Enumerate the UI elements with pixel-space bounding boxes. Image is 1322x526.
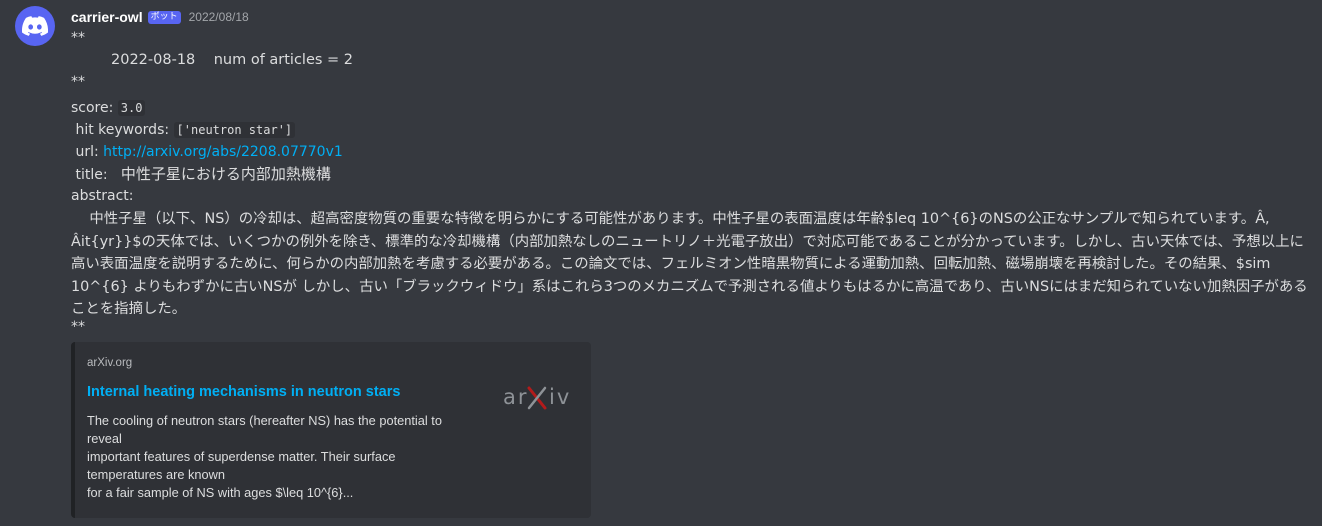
embed-desc-line: The cooling of neutron stars (hereafter … <box>87 413 442 428</box>
summary-line: 2022-08-18 num of articles = 2 <box>111 50 353 70</box>
svg-text:iv: iv <box>549 385 571 409</box>
embed-desc-line: temperatures are known <box>87 467 225 482</box>
score-row: score: 3.0 <box>71 98 146 118</box>
bot-badge: ボット <box>147 10 181 24</box>
link-embed: arXiv.org Internal heating mechanisms in… <box>71 342 591 518</box>
keywords-label: hit keywords: <box>71 122 174 138</box>
embed-desc-line: important features of superdense matter.… <box>87 449 396 464</box>
keywords-row: hit keywords: ['neutron star'] <box>71 120 296 140</box>
embed-desc-line: for a fair sample of NS with ages $\leq … <box>87 485 354 500</box>
embed-desc-line: reveal <box>87 431 122 446</box>
embed-description: The cooling of neutron stars (hereafter … <box>87 412 467 502</box>
url-label: url: <box>71 144 104 160</box>
keywords-value: ['neutron star'] <box>173 122 296 138</box>
title-row: title: 中性子星における内部加熱機構 <box>71 164 331 185</box>
url-row: url: http://arxiv.org/abs/2208.07770v1 <box>71 142 343 162</box>
title-label: title: <box>71 167 121 183</box>
embed-provider: arXiv.org <box>87 357 133 369</box>
score-label: score: <box>71 100 118 116</box>
article-title: 中性子星における内部加熱機構 <box>120 165 331 183</box>
abstract-text: 中性子星（以下、NS）の冷却は、超高密度物質の重要な特徴を明らかにする可能性があ… <box>71 211 1308 317</box>
bold-marker-close: ** <box>71 74 85 90</box>
embed-title-link[interactable]: Internal heating mechanisms in neutron s… <box>87 384 400 400</box>
discord-logo-icon[interactable] <box>15 6 55 46</box>
message-header: carrier-owl ボット 2022/08/18 <box>71 7 249 27</box>
message: carrier-owl ボット 2022/08/18 ** 2022-08-18… <box>0 0 1322 526</box>
score-value: 3.0 <box>117 100 146 116</box>
username[interactable]: carrier-owl <box>71 9 143 25</box>
arxiv-logo-icon[interactable]: ar iv <box>499 382 579 412</box>
svg-text:ar: ar <box>503 385 529 409</box>
abstract-label: abstract: <box>71 188 134 204</box>
bold-marker-open: ** <box>71 30 85 46</box>
bold-marker-trailing: ** <box>71 319 85 335</box>
timestamp: 2022/08/18 <box>188 10 249 24</box>
article-url-link[interactable]: http://arxiv.org/abs/2208.07770v1 <box>103 144 343 160</box>
summary-text: 2022-08-18 num of articles = 2 <box>111 52 354 68</box>
